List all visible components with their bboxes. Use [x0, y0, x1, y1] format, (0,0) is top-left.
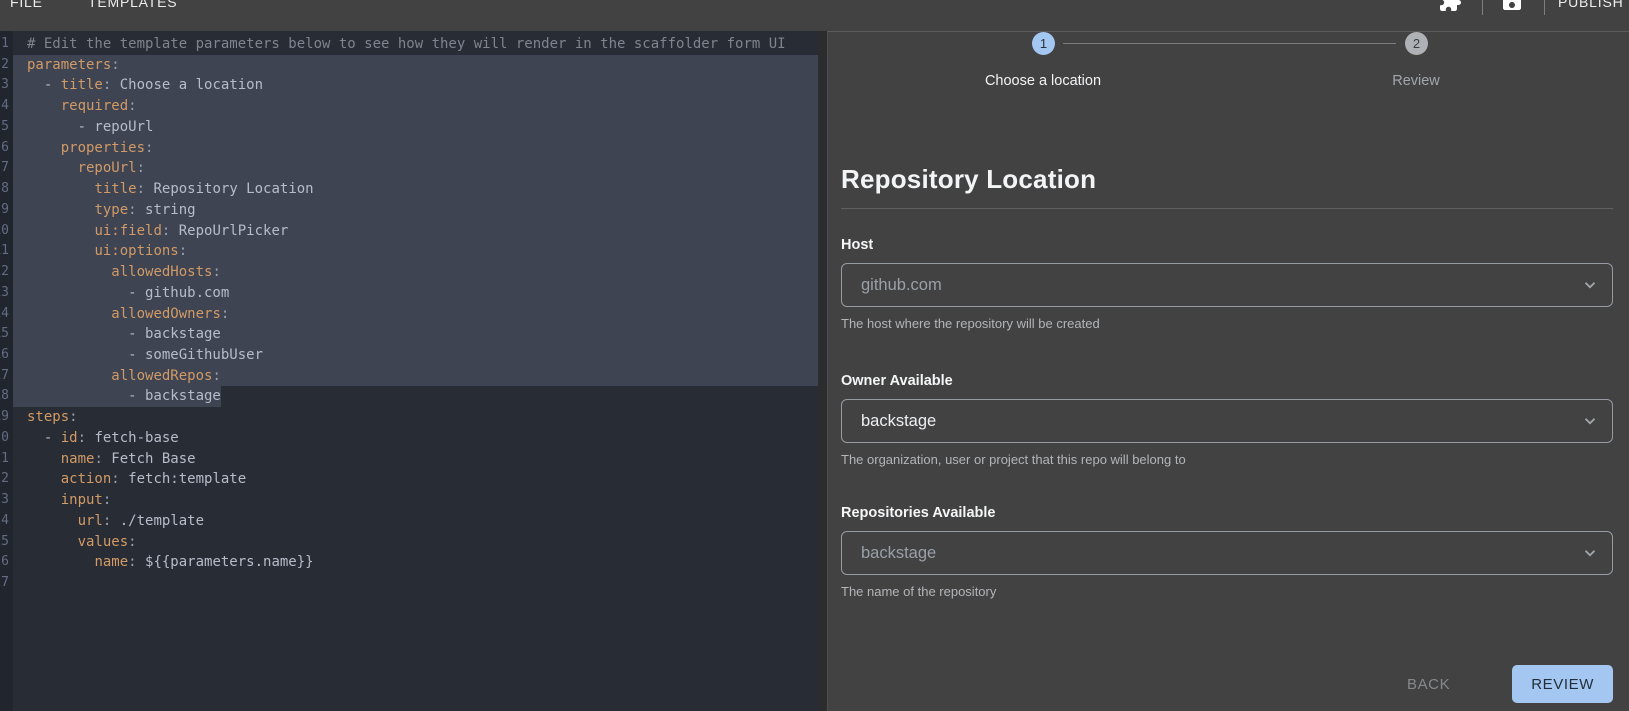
code-line: 8 title: Repository Location [0, 179, 818, 200]
review-button[interactable]: REVIEW [1512, 665, 1613, 703]
code-line: 11 ui:options: [0, 241, 818, 262]
code-line: 2parameters: [0, 55, 818, 76]
app-window: FILE TEMPLATES PUBLISH 1# Edit the templ… [0, 0, 1629, 711]
step-1-label: Choose a location [893, 73, 1193, 89]
save-button[interactable] [1500, 0, 1524, 13]
owner-field-label: Owner Available [841, 373, 1613, 389]
code-line: 19steps: [0, 407, 818, 428]
extension-icon [1438, 0, 1462, 13]
step-1-circle: 1 [1032, 32, 1055, 55]
menu-file[interactable]: FILE [10, 0, 43, 12]
form-title: Repository Location [841, 164, 1613, 195]
host-select-value: github.com [861, 276, 942, 295]
code-line: 3 - title: Choose a location [0, 75, 818, 96]
save-icon [1500, 0, 1524, 13]
host-field: Host github.com The host where the repos… [841, 237, 1613, 331]
code-line: 10 ui:field: RepoUrlPicker [0, 221, 818, 242]
code-line: 16 - someGithubUser [0, 345, 818, 366]
code-line: 26 name: ${{parameters.name}} [0, 552, 818, 573]
code-line: 23 input: [0, 490, 818, 511]
code-line: 18 - backstage [0, 386, 818, 407]
stepper-connector [1063, 43, 1396, 44]
code-line: 24 url: ./template [0, 511, 818, 532]
code-line: 14 allowedOwners: [0, 304, 818, 325]
repositories-field-label: Repositories Available [841, 505, 1613, 521]
code-lines: 1# Edit the template parameters below to… [0, 31, 818, 594]
code-line: 20 - id: fetch-base [0, 428, 818, 449]
owner-select-value: backstage [861, 412, 936, 431]
chevron-down-icon [1581, 276, 1599, 294]
code-line: 21 name: Fetch Base [0, 449, 818, 470]
code-line: 25 values: [0, 532, 818, 553]
code-line: 27 [0, 573, 818, 594]
code-line: 22 action: fetch:template [0, 469, 818, 490]
menu-templates[interactable]: TEMPLATES [88, 0, 177, 12]
code-line: 9 type: string [0, 200, 818, 221]
chevron-down-icon [1581, 544, 1599, 562]
form-actions: BACK REVIEW [841, 665, 1613, 703]
host-field-label: Host [841, 237, 1613, 253]
step-2-label: Review [1266, 73, 1566, 89]
title-divider [841, 208, 1613, 209]
repositories-select[interactable]: backstage [841, 531, 1613, 575]
topbar: FILE TEMPLATES PUBLISH [0, 0, 1629, 31]
code-line: 15 - backstage [0, 324, 818, 345]
code-line: 7 repoUrl: [0, 158, 818, 179]
step-2-circle: 2 [1405, 32, 1428, 55]
code-line: 13 - github.com [0, 283, 818, 304]
chevron-down-icon [1581, 412, 1599, 430]
host-helper-text: The host where the repository will be cr… [841, 316, 1613, 331]
code-line: 12 allowedHosts: [0, 262, 818, 283]
owner-select[interactable]: backstage [841, 399, 1613, 443]
back-button[interactable]: BACK [1391, 668, 1466, 701]
repositories-field: Repositories Available backstage The nam… [841, 505, 1613, 599]
stepper: 1 2 Choose a location Review [841, 32, 1613, 106]
code-editor[interactable]: 1# Edit the template parameters below to… [0, 31, 818, 711]
repositories-helper-text: The name of the repository [841, 584, 1613, 599]
toolbar-divider [1544, 0, 1545, 15]
host-select[interactable]: github.com [841, 263, 1613, 307]
publish-button[interactable]: PUBLISH [1558, 0, 1624, 12]
code-line: 4 required: [0, 96, 818, 117]
code-line: 17 allowedRepos: [0, 366, 818, 387]
repositories-select-value: backstage [861, 544, 936, 563]
preview-panel: 1 2 Choose a location Review Repository … [827, 31, 1629, 711]
custom-fields-button[interactable] [1438, 0, 1462, 13]
toolbar-divider [1482, 0, 1483, 15]
code-line: 6 properties: [0, 138, 818, 159]
code-line: 1# Edit the template parameters below to… [0, 34, 818, 55]
owner-helper-text: The organization, user or project that t… [841, 452, 1613, 467]
code-line: 5 - repoUrl [0, 117, 818, 138]
owner-field: Owner Available backstage The organizati… [841, 373, 1613, 467]
